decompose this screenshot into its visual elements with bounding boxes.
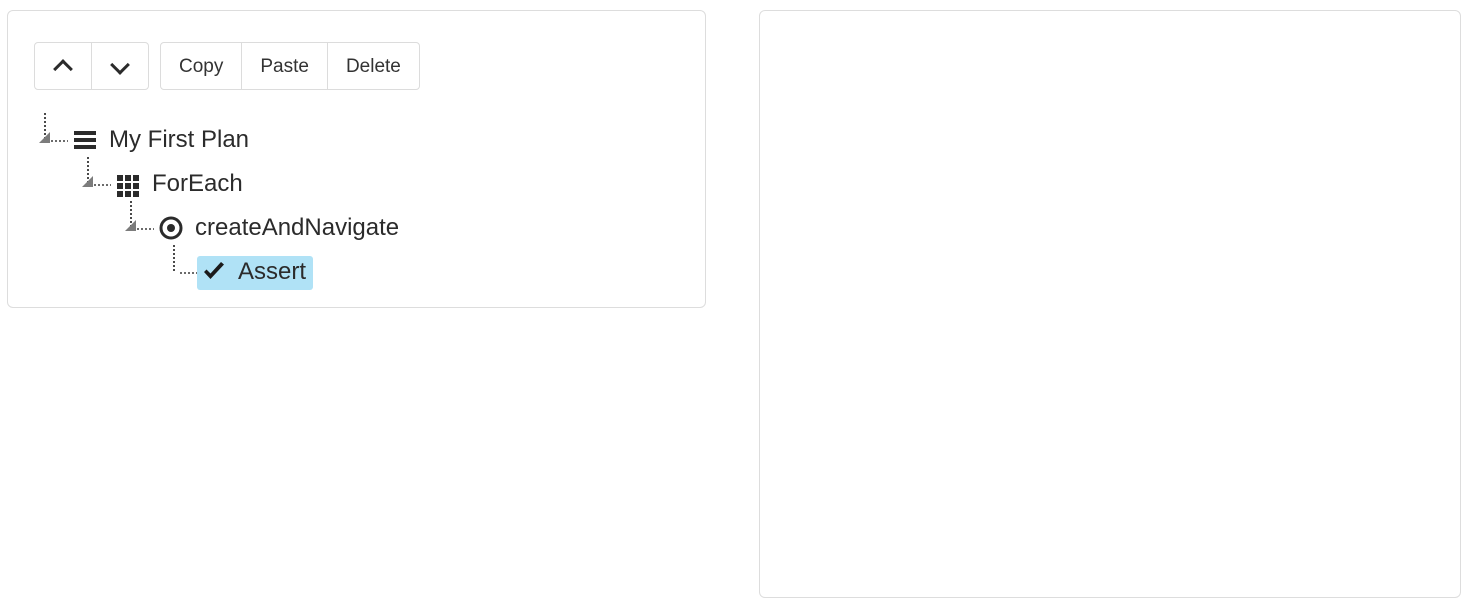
check-icon bbox=[204, 262, 224, 279]
tree-node-body[interactable]: My First Plan bbox=[68, 124, 256, 158]
tree-connector bbox=[163, 245, 197, 295]
tree-node-create-and-navigate[interactable]: createAndNavigate bbox=[120, 201, 406, 251]
tree-node-label: My First Plan bbox=[109, 126, 250, 153]
tree-hline bbox=[180, 272, 197, 274]
tree-node-foreach[interactable]: ForEach bbox=[77, 157, 406, 207]
chevron-up-icon bbox=[54, 60, 72, 72]
plan-tree: My First Plan ForEach createAndNavigate … bbox=[34, 113, 406, 295]
grid-icon bbox=[117, 175, 139, 197]
paste-button[interactable]: Paste bbox=[241, 42, 328, 90]
edit-button-group: Copy Paste Delete bbox=[160, 42, 420, 90]
tree-node-label: ForEach bbox=[152, 170, 243, 197]
tree-expand-handle-icon[interactable] bbox=[125, 220, 136, 231]
move-up-button[interactable] bbox=[34, 42, 92, 90]
target-dot-icon bbox=[159, 216, 183, 240]
tree-expand-handle-icon[interactable] bbox=[39, 132, 50, 143]
tree-expand-handle-icon[interactable] bbox=[82, 176, 93, 187]
plan-tree-panel: Copy Paste Delete My First Plan ForEach … bbox=[7, 10, 706, 308]
tree-node-my-first-plan[interactable]: My First Plan bbox=[34, 113, 406, 163]
copy-button[interactable]: Copy bbox=[160, 42, 243, 90]
move-down-button[interactable] bbox=[91, 42, 149, 90]
list-bars-icon bbox=[74, 131, 96, 149]
delete-button[interactable]: Delete bbox=[326, 42, 420, 90]
tree-node-label: createAndNavigate bbox=[195, 214, 400, 241]
tree-connector bbox=[77, 157, 111, 207]
app-root: Copy Paste Delete My First Plan ForEach … bbox=[0, 0, 1471, 613]
tree-connector bbox=[34, 113, 68, 163]
tree-hline bbox=[137, 228, 154, 230]
tree-node-body[interactable]: Assert bbox=[197, 256, 314, 290]
tree-node-body[interactable]: ForEach bbox=[111, 168, 250, 202]
tree-node-body[interactable]: createAndNavigate bbox=[154, 212, 406, 246]
chevron-down-icon bbox=[111, 60, 129, 72]
tree-connector bbox=[120, 201, 154, 251]
tree-hline bbox=[94, 184, 111, 186]
move-button-group bbox=[34, 42, 149, 90]
properties-panel: Output attribute ? ⚡ Operator begins wit… bbox=[759, 10, 1461, 598]
tree-hline bbox=[51, 140, 68, 142]
tree-vline bbox=[173, 245, 175, 273]
tree-node-assert[interactable]: Assert bbox=[163, 245, 406, 295]
tree-toolbar: Copy Paste Delete bbox=[34, 42, 420, 90]
tree-node-label: Assert bbox=[238, 258, 307, 285]
